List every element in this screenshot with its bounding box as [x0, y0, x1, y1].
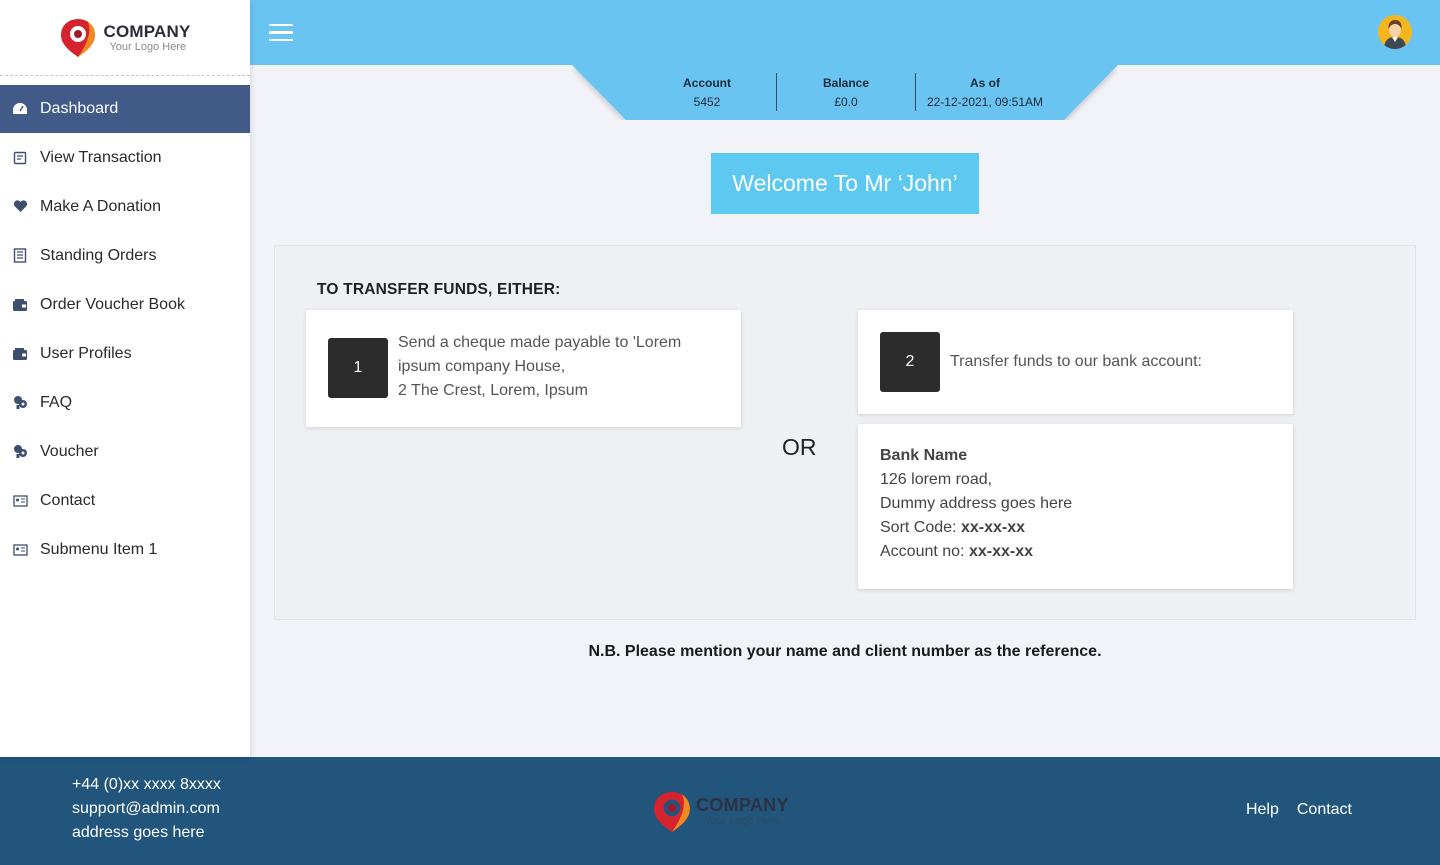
account-summary: Account 5452 Balance £0.0 As of 22-12-20…	[572, 65, 1118, 120]
footer-links: Help Contact	[1246, 801, 1352, 819]
sidebar-item-standing-orders[interactable]: Standing Orders	[0, 231, 250, 280]
company-logo[interactable]: COMPANY Your Logo Here	[59, 17, 190, 59]
sidebar-item-faq[interactable]: FAQ	[0, 378, 250, 427]
cheque-instructions: Send a cheque made payable to 'Lorem ips…	[398, 334, 682, 399]
sidebar-item-submenu-item-1[interactable]: Submenu Item 1	[0, 525, 250, 574]
footer: +44 (0)xx xxxx 8xxxx support@admin.com a…	[0, 757, 1440, 865]
company-name: COMPANY	[103, 21, 191, 41]
sidebar-nav: Dashboard View Transaction Make A Donati…	[0, 85, 250, 574]
account-as-of: As of 22-12-2021, 09:51AM	[915, 73, 1054, 111]
transaction-icon	[12, 150, 28, 166]
sidebar-item-order-voucher-book[interactable]: Order Voucher Book	[0, 280, 250, 329]
bank-transfer-option-card: 2 Transfer funds to our bank account:	[858, 310, 1293, 414]
contact-card-icon	[12, 493, 28, 509]
footer-company-name: COMPANY	[696, 795, 789, 815]
welcome-banner: Welcome To Mr ‘John’	[711, 153, 979, 214]
reference-note: N.B. Please mention your name and client…	[588, 643, 1102, 660]
company-tagline: Your Logo Here	[109, 40, 187, 53]
sidebar-item-contact[interactable]: Contact	[0, 476, 250, 525]
sort-code: Sort Code: xx-xx-xx	[880, 519, 1025, 536]
sidebar-item-make-a-donation[interactable]: Make A Donation	[0, 182, 250, 231]
bank-address-line-1: 126 lorem road,	[880, 471, 993, 488]
cheque-option-card: 1 Send a cheque made payable to 'Lorem i…	[306, 310, 741, 427]
sidebar-item-label: Make A Donation	[40, 197, 161, 215]
logo-pin-icon	[654, 792, 690, 832]
contact-card-icon	[12, 542, 28, 558]
option-number-2: 2	[880, 332, 940, 392]
footer-contact-link[interactable]: Contact	[1297, 801, 1352, 819]
sidebar-item-dashboard[interactable]: Dashboard	[0, 85, 250, 133]
footer-address: address goes here	[72, 824, 205, 841]
sidebar-item-label: Order Voucher Book	[40, 295, 185, 313]
bank-address-line-2: Dummy address goes here	[880, 495, 1073, 512]
sidebar-item-label: Standing Orders	[40, 246, 157, 264]
footer-help-link[interactable]: Help	[1246, 801, 1279, 819]
sidebar-item-label: Submenu Item 1	[40, 540, 158, 558]
bank-transfer-text: Transfer funds to our bank account:	[950, 353, 1202, 370]
faq-icon	[12, 395, 28, 411]
logo-pin-icon	[61, 18, 96, 57]
footer-email: support@admin.com	[72, 800, 220, 817]
heart-icon	[12, 199, 28, 215]
dashboard-icon	[12, 101, 28, 117]
bank-details-card: Bank Name 126 lorem road, Dummy address …	[858, 424, 1293, 589]
sidebar-item-label: User Profiles	[40, 344, 132, 362]
account-balance: Balance £0.0	[776, 73, 915, 111]
transfer-funds-panel: TO TRANSFER FUNDS, EITHER: 1 Send a cheq…	[274, 245, 1416, 620]
sidebar-item-voucher[interactable]: Voucher	[0, 427, 250, 476]
footer-logo: COMPANY Your Logo Here	[652, 789, 789, 835]
sidebar-item-label: FAQ	[40, 393, 73, 411]
wallet-icon	[12, 346, 28, 362]
footer-phone: +44 (0)xx xxxx 8xxxx	[72, 776, 221, 793]
bank-name: Bank Name	[880, 447, 968, 464]
sidebar-item-label: View Transaction	[40, 148, 162, 166]
sidebar-item-view-transaction[interactable]: View Transaction	[0, 133, 250, 182]
sidebar-item-label: Contact	[40, 491, 96, 509]
user-avatar-icon[interactable]	[1378, 15, 1412, 49]
wallet-icon	[12, 297, 28, 313]
account-no: Account no: xx-xx-xx	[880, 543, 1033, 560]
voucher-icon	[12, 444, 28, 460]
option-number-1: 1	[328, 338, 388, 398]
sidebar-item-label: Voucher	[40, 442, 99, 460]
sidebar-item-label: Dashboard	[40, 100, 119, 117]
sidebar: COMPANY Your Logo Here Dashboard View Tr…	[0, 0, 250, 757]
sidebar-item-user-profiles[interactable]: User Profiles	[0, 329, 250, 378]
top-header	[250, 0, 1440, 65]
transfer-title: TO TRANSFER FUNDS, EITHER:	[317, 281, 561, 298]
or-separator: OR	[782, 434, 817, 460]
bank-details: Bank Name 126 lorem road, Dummy address …	[880, 444, 1072, 564]
document-icon	[12, 248, 28, 264]
logo-area: COMPANY Your Logo Here	[0, 0, 250, 76]
footer-company-tagline: Your Logo Here	[704, 815, 781, 827]
hamburger-icon[interactable]	[269, 24, 293, 42]
footer-contact-info: +44 (0)xx xxxx 8xxxx support@admin.com a…	[72, 773, 221, 845]
account-number: Account 5452	[683, 76, 731, 109]
